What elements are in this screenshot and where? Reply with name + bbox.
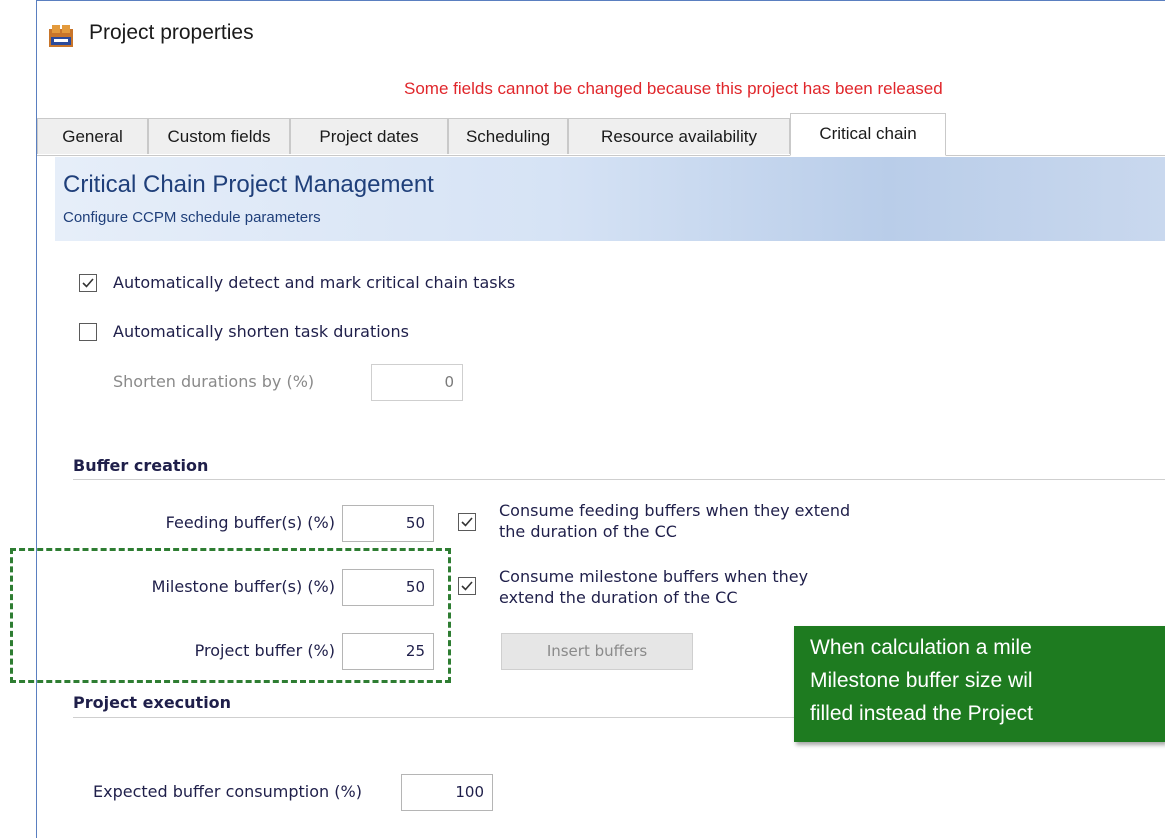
annotation-callout: When calculation a mile Milestone buffer… bbox=[794, 626, 1165, 742]
consume-milestone-checkbox[interactable] bbox=[458, 577, 476, 595]
title-bar: Project properties bbox=[37, 1, 1165, 75]
consume-milestone-label-1: Consume milestone buffers when they bbox=[499, 567, 809, 586]
expected-consumption-label: Expected buffer consumption (%) bbox=[93, 782, 362, 801]
app-icon bbox=[49, 25, 73, 47]
callout-line-3: filled instead the Project bbox=[810, 702, 1033, 725]
tab-general[interactable]: General bbox=[37, 118, 148, 154]
buffer-creation-divider bbox=[73, 479, 1165, 480]
tab-bar: General Custom fields Project dates Sche… bbox=[37, 113, 1165, 156]
tab-resource-availability[interactable]: Resource availability bbox=[568, 118, 790, 154]
callout-line-1: When calculation a mile bbox=[810, 636, 1032, 659]
window-title: Project properties bbox=[89, 21, 254, 44]
consume-feeding-label-2: the duration of the CC bbox=[499, 522, 677, 541]
auto-detect-label: Automatically detect and mark critical c… bbox=[113, 273, 516, 292]
buffer-creation-heading: Buffer creation bbox=[73, 456, 209, 475]
check-icon bbox=[461, 517, 473, 527]
consume-feeding-label-1: Consume feeding buffers when they extend bbox=[499, 501, 851, 520]
check-icon bbox=[461, 581, 473, 591]
consume-feeding-checkbox[interactable] bbox=[458, 513, 476, 531]
tab-custom-fields[interactable]: Custom fields bbox=[148, 118, 290, 154]
expected-consumption-field[interactable]: 100 bbox=[401, 774, 493, 811]
banner-title: Critical Chain Project Management bbox=[63, 171, 434, 198]
tab-critical-chain[interactable]: Critical chain bbox=[790, 113, 946, 156]
shorten-by-label: Shorten durations by (%) bbox=[113, 372, 315, 391]
tab-scheduling[interactable]: Scheduling bbox=[448, 118, 568, 154]
auto-shorten-label: Automatically shorten task durations bbox=[113, 322, 409, 341]
release-warning: Some fields cannot be changed because th… bbox=[404, 79, 943, 98]
callout-line-2: Milestone buffer size wil bbox=[810, 669, 1033, 692]
project-execution-heading: Project execution bbox=[73, 693, 232, 712]
banner-subtitle: Configure CCPM schedule parameters bbox=[63, 209, 321, 226]
header-banner: Critical Chain Project Management Config… bbox=[55, 157, 1165, 241]
feeding-buffer-label: Feeding buffer(s) (%) bbox=[165, 513, 335, 532]
check-icon bbox=[82, 278, 94, 288]
insert-buffers-button[interactable]: Insert buffers bbox=[501, 633, 693, 670]
auto-shorten-checkbox[interactable] bbox=[79, 323, 97, 341]
tab-project-dates[interactable]: Project dates bbox=[290, 118, 448, 154]
shorten-by-field[interactable]: 0 bbox=[371, 364, 463, 401]
feeding-buffer-field[interactable]: 50 bbox=[342, 505, 434, 542]
auto-detect-checkbox[interactable] bbox=[79, 274, 97, 292]
consume-milestone-label-2: extend the duration of the CC bbox=[499, 588, 738, 607]
highlight-dashed-box bbox=[10, 548, 451, 683]
